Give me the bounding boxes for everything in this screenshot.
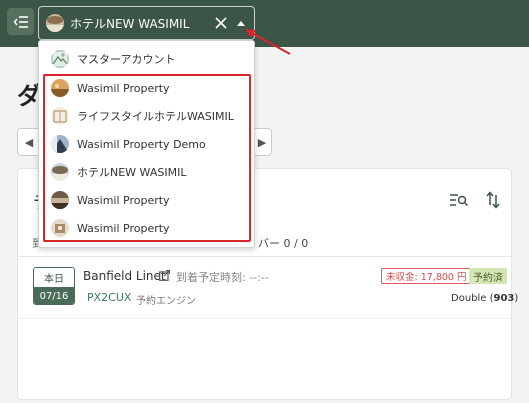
property-avatar-icon — [46, 14, 64, 32]
date-next-button[interactable]: ▶ — [252, 128, 272, 156]
date-badge: 本日 07/16 — [33, 267, 75, 305]
reservation-code: PX2CUX — [87, 291, 132, 304]
dropdown-item-property[interactable]: Wasimil Property Demo — [39, 130, 254, 158]
dropdown-item-label: マスターアカウント — [77, 53, 176, 66]
menu-collapse-button[interactable] — [7, 8, 34, 35]
dropdown-item-property[interactable]: ホテルNEW WASIMIL — [39, 158, 254, 186]
property-thumbnail-icon — [51, 191, 69, 209]
selected-property-label: ホテルNEW WASIMIL — [70, 16, 190, 31]
chevron-left-icon: ◀ — [24, 135, 34, 149]
room-info: Double (903) — [451, 293, 518, 304]
property-thumbnail-icon — [51, 79, 69, 97]
external-link-icon[interactable] — [159, 270, 170, 281]
dropdown-item-property[interactable]: Wasimil Property — [39, 186, 254, 214]
arrival-time: 到着予定時刻: --:-- — [176, 271, 269, 284]
dropdown-item-label: ライフスタイルホテルWASIMIL — [77, 110, 234, 123]
guest-name[interactable]: Banfield Linet — [83, 269, 166, 283]
property-thumbnail-icon — [51, 219, 69, 237]
search-filter-icon[interactable] — [450, 193, 468, 207]
dropdown-item-label: Wasimil Property — [77, 193, 170, 207]
property-thumbnail-icon — [51, 107, 69, 125]
dropdown-item-label: Wasimil Property — [77, 221, 170, 235]
dropdown-item-label: Wasimil Property — [77, 81, 170, 95]
property-dropdown: マスターアカウント Wasimil Property ライフスタイルホテルWAS… — [38, 40, 255, 248]
dropdown-item-master-account[interactable]: マスターアカウント — [39, 45, 254, 73]
close-icon[interactable] — [213, 15, 229, 31]
property-thumbnail-icon — [51, 163, 69, 181]
date-badge-date: 07/16 — [34, 287, 74, 304]
dropdown-item-label: ホテルNEW WASIMIL — [77, 166, 187, 179]
menu-collapse-icon — [13, 15, 28, 28]
room-close: ) — [514, 293, 519, 304]
unpaid-badge: 未収金: 17,800 円 — [381, 268, 472, 284]
sort-icon[interactable] — [486, 191, 500, 209]
property-thumbnail-icon — [51, 135, 69, 153]
date-badge-label: 本日 — [34, 268, 74, 287]
status-badge: 予約済 — [469, 268, 507, 284]
room-type: Double ( — [451, 293, 494, 304]
room-number: 903 — [493, 293, 515, 304]
dropdown-item-label: Wasimil Property Demo — [77, 137, 206, 151]
dropdown-item-property[interactable]: Wasimil Property — [39, 214, 254, 242]
dropdown-item-property[interactable]: Wasimil Property — [39, 74, 254, 102]
mountain-icon — [51, 50, 69, 68]
property-select[interactable]: ホテルNEW WASIMIL — [38, 6, 255, 40]
booking-channel: 予約エンジン — [136, 296, 196, 307]
reservation-row[interactable]: 本日 07/16 Banfield Linet 到着予定時刻: --:-- PX… — [18, 259, 518, 319]
tab-counter[interactable]: バー 0 / 0 — [258, 235, 308, 251]
dropdown-item-property[interactable]: ライフスタイルホテルWASIMIL — [39, 102, 254, 130]
chevron-right-icon: ▶ — [257, 135, 267, 149]
